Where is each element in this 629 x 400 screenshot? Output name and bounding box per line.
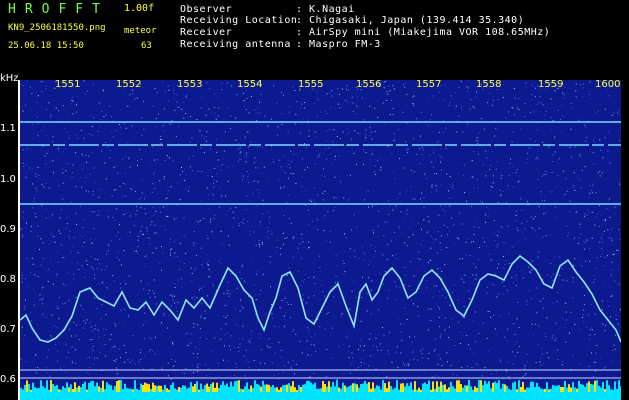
x-tick-label: 1554 [237,79,263,90]
header-panel: HROFFT 1.00f KN9_2506181550.png 25.06.18… [0,0,629,72]
x-tick-label: 1552 [116,79,142,90]
receiver-value: : AirSpy mini (Miakejima VOR 108.65MHz) [296,27,551,38]
antenna-label: Receiving antenna [180,39,291,50]
bottom-noise-strip [20,380,621,392]
y-tick-label: 0.8 [0,274,16,285]
app-version: 1.00f [124,3,155,14]
y-tick-label: 1.1 [0,123,16,134]
receiver-label: Receiver [180,27,233,38]
y-tick-label: 0.6 [0,374,16,385]
spectrogram-canvas [20,80,621,392]
x-tick-label: 1555 [298,79,324,90]
observer-label: Observer [180,4,233,15]
meteor-label: meteor [124,26,157,36]
x-tick-label: 1553 [177,79,203,90]
date-time: 25.06.18 15:50 [8,41,84,51]
y-axis-unit: kHz [0,73,19,84]
noise-field [20,80,621,381]
meteor-echo-trace [20,254,621,343]
y-tick-label: 0.7 [0,324,16,335]
x-tick-label: 1559 [538,79,564,90]
location-value: : Chigasaki, Japan (139.414 35.340) [296,15,525,26]
antenna-value: : Maspro FM-3 [296,39,381,50]
app-logo: HROFFT [8,2,109,17]
bottom-strip [20,392,621,400]
x-tick-label: 1558 [476,79,502,90]
x-tick-label: 1557 [416,79,442,90]
spectrogram-plot [20,80,621,392]
x-tick-label: 1600 [595,79,621,90]
y-tick-label: 1.0 [0,174,16,185]
file-name: KN9_2506181550.png [8,23,106,33]
location-label: Receiving Location [180,15,298,26]
x-tick-label: 1551 [55,79,81,90]
y-tick-label: 0.9 [0,224,16,235]
meteor-count: 63 [141,41,152,51]
observer-value: : K.Nagai [296,4,355,15]
x-tick-label: 1556 [356,79,382,90]
